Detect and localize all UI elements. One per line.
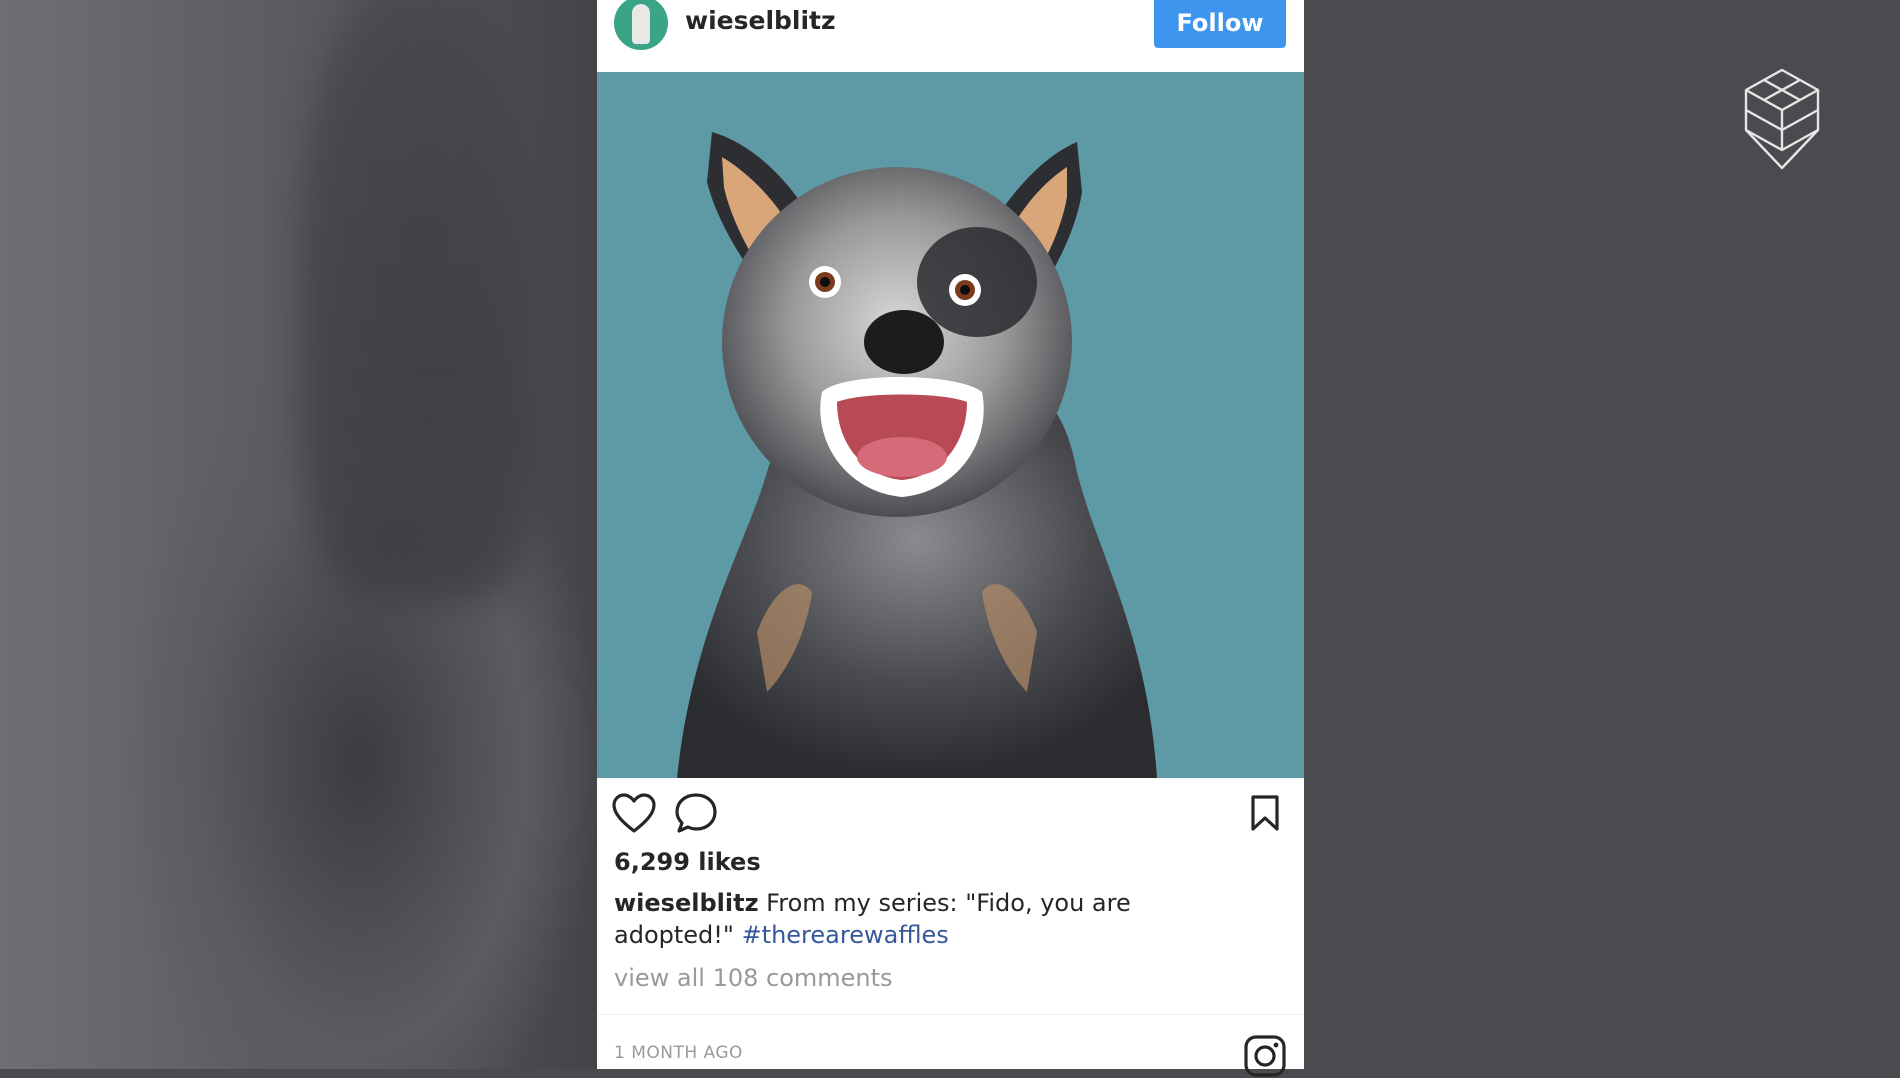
post-header: wieselblitz Follow	[597, 0, 1304, 73]
caption-username[interactable]: wieselblitz	[614, 889, 759, 917]
view-comments-link[interactable]: view all 108 comments	[614, 964, 893, 992]
post-author-username[interactable]: wieselblitz	[685, 6, 836, 35]
follow-button[interactable]: Follow	[1154, 0, 1286, 48]
instagram-glyph-icon[interactable]	[1243, 1034, 1287, 1078]
avatar[interactable]	[614, 0, 668, 50]
hashtag-link[interactable]: #therearewaffles	[742, 921, 949, 949]
blurred-background-photo	[0, 0, 600, 1069]
avatar-dog-figure	[632, 4, 650, 44]
post-timestamp: 1 MONTH AGO	[614, 1043, 743, 1063]
like-count[interactable]: 6,299 likes	[614, 848, 761, 876]
brand-logo-icon	[1744, 68, 1820, 170]
speech-bubble-icon[interactable]	[674, 792, 718, 834]
divider	[597, 1014, 1304, 1015]
bookmark-icon[interactable]	[1249, 794, 1281, 832]
post-caption: wieselblitz From my series: "Fido, you a…	[614, 887, 1254, 951]
heart-icon[interactable]	[611, 792, 657, 834]
blurred-dog-silhouette	[300, 0, 530, 600]
instagram-post-card: wieselblitz Follow 6,299 likes wieselbli…	[597, 0, 1304, 1077]
dog-photo-illustration	[677, 132, 1157, 778]
post-actions-bar	[597, 790, 1304, 840]
post-photo[interactable]	[597, 72, 1304, 778]
